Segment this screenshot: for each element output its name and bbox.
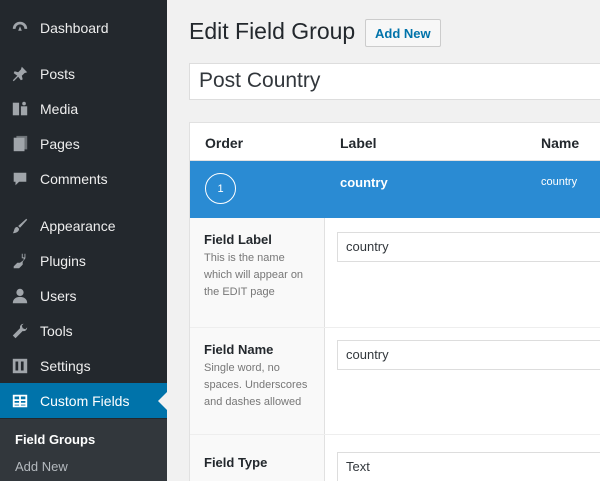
submenu-add-new[interactable]: Add New <box>15 459 68 474</box>
setting-label-column: Field Type <box>190 435 325 481</box>
setting-label: Field Label <box>204 232 272 247</box>
menu-users[interactable]: Users <box>0 278 167 313</box>
field-row[interactable]: 1 country country <box>190 161 600 218</box>
setting-label: Field Type <box>204 455 268 470</box>
fields-table: Order Label Name 1 country country Field… <box>189 122 600 481</box>
setting-description: This is the name which will appear on th… <box>204 252 304 298</box>
media-icon <box>10 99 30 119</box>
menu-label: Comments <box>40 170 108 187</box>
column-order: Order <box>205 135 244 151</box>
menu-posts[interactable]: Posts <box>0 56 167 91</box>
menu-label: Posts <box>40 65 76 82</box>
column-name: Name <box>541 135 580 151</box>
field-group-title-input[interactable]: Post Country <box>189 63 600 100</box>
custom-fields-submenu: Field Groups Add New <box>0 419 167 481</box>
menu-tools[interactable]: Tools <box>0 313 167 348</box>
column-label: Label <box>340 135 377 151</box>
field-row-label[interactable]: country <box>340 175 388 190</box>
user-icon <box>10 286 30 306</box>
menu-settings[interactable]: Settings <box>0 348 167 383</box>
submenu-field-groups[interactable]: Field Groups <box>15 432 95 447</box>
page-title: Edit Field Group <box>189 18 356 44</box>
field-row-name: country <box>541 176 578 188</box>
setting-label-column: Field Name Single word, no spaces. Under… <box>190 328 325 434</box>
comment-icon <box>10 169 30 189</box>
setting-description: Single word, no spaces. Underscores and … <box>204 362 308 408</box>
menu-plugins[interactable]: Plugins <box>0 243 167 278</box>
settings-icon <box>10 356 30 376</box>
wrench-icon <box>10 321 30 341</box>
menu-custom-fields[interactable]: Custom Fields <box>0 383 167 418</box>
table-icon <box>10 391 30 411</box>
setting-field-type: Field Type Text <box>190 435 600 481</box>
add-new-button[interactable]: Add New <box>365 19 441 47</box>
menu-label: Media <box>40 100 79 117</box>
field-label-input[interactable]: country <box>337 232 600 262</box>
plug-icon <box>10 251 30 271</box>
menu-label: Pages <box>40 135 80 152</box>
fields-table-header: Order Label Name <box>190 123 600 161</box>
menu-label: Dashboard <box>40 19 109 36</box>
field-settings: Field Label This is the name which will … <box>190 218 600 481</box>
menu-label: Users <box>40 287 77 304</box>
menu-label: Settings <box>40 357 91 374</box>
menu-pages[interactable]: Pages <box>0 126 167 161</box>
admin-sidebar: Dashboard Posts Media Pages Comments App… <box>0 0 167 481</box>
dashboard-icon <box>10 18 30 38</box>
active-indicator-arrow <box>158 392 167 410</box>
menu-dashboard[interactable]: Dashboard <box>0 10 167 45</box>
field-type-select[interactable]: Text <box>337 452 600 481</box>
menu-label: Custom Fields <box>40 392 130 409</box>
order-badge[interactable]: 1 <box>205 173 236 204</box>
menu-comments[interactable]: Comments <box>0 161 167 196</box>
menu-label: Appearance <box>40 217 116 234</box>
field-name-input[interactable]: country <box>337 340 600 370</box>
pages-icon <box>10 134 30 154</box>
pin-icon <box>10 64 30 84</box>
menu-label: Tools <box>40 322 73 339</box>
setting-field-label: Field Label This is the name which will … <box>190 218 600 328</box>
brush-icon <box>10 216 30 236</box>
setting-label: Field Name <box>204 342 274 357</box>
setting-label-column: Field Label This is the name which will … <box>190 218 325 327</box>
menu-appearance[interactable]: Appearance <box>0 208 167 243</box>
menu-media[interactable]: Media <box>0 91 167 126</box>
setting-field-name: Field Name Single word, no spaces. Under… <box>190 328 600 435</box>
menu-label: Plugins <box>40 252 86 269</box>
